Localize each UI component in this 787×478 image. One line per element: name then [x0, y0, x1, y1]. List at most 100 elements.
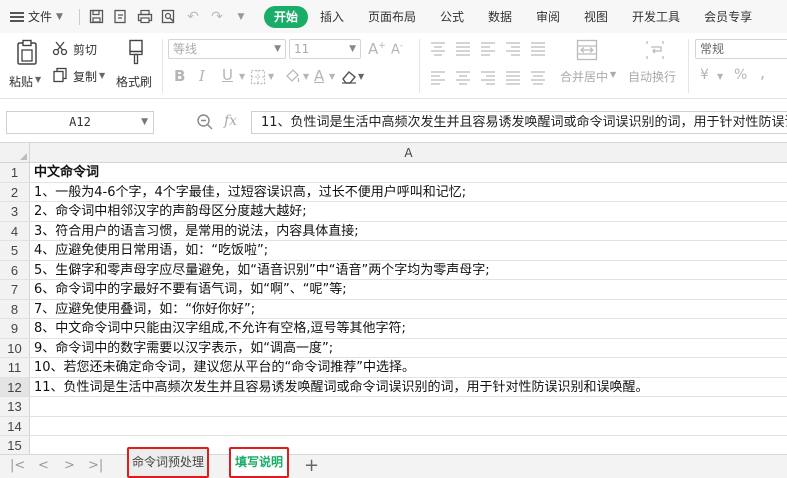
save-icon[interactable] [88, 8, 106, 26]
row-header[interactable]: 9 [0, 319, 30, 338]
tab-insert[interactable]: 插入 [308, 6, 356, 28]
align-top-icon[interactable] [430, 42, 446, 56]
row-header[interactable]: 6 [0, 260, 30, 279]
chevron-down-icon: ▼ [56, 11, 63, 22]
paste-button[interactable]: 粘贴 ▼ [9, 39, 42, 95]
currency-icon[interactable]: ¥ [700, 67, 709, 83]
add-sheet-icon[interactable]: + [304, 456, 319, 476]
cell[interactable]: 9、命令词中的数字需要以汉字表示，如“调高一度”; [30, 339, 787, 358]
ribbon: 粘贴 ▼ 剪切 复制 ▼ 格式刷 等线 ▼ 11 ▼ A+ A- B I U ▼… [0, 33, 787, 99]
tab-home[interactable]: 开始 [263, 5, 308, 28]
font-color-icon[interactable]: A [314, 67, 324, 85]
cell[interactable]: 11、负性词是生活中高频次发生并且容易诱发唤醒词或命令词误识别的词，用于针对性防… [30, 378, 787, 397]
format-painter-button[interactable]: 格式刷 [116, 39, 156, 95]
row-header[interactable]: 12 [0, 377, 30, 396]
tab-data[interactable]: 数据 [476, 6, 524, 28]
sheet-tab-preprocess[interactable]: 命令词预处理 [127, 447, 209, 478]
row-header[interactable]: 7 [0, 280, 30, 299]
thousands-icon[interactable]: , [760, 63, 765, 82]
column-header-a[interactable]: A [30, 143, 787, 163]
zoom-icon[interactable] [196, 113, 214, 131]
row-header[interactable]: 2 [0, 182, 30, 201]
row-header[interactable]: 14 [0, 416, 30, 435]
tab-view[interactable]: 视图 [572, 6, 620, 28]
undo-icon[interactable]: ↶ [184, 8, 202, 26]
chevron-down-icon: ▼ [35, 75, 42, 84]
cell[interactable]: 中文命令词 [30, 163, 787, 182]
row-header[interactable]: 5 [0, 241, 30, 260]
file-menu[interactable]: 文件 ▼ [0, 0, 69, 33]
fill-color-icon[interactable] [283, 68, 301, 84]
chevron-down-icon: ▼ [717, 72, 724, 81]
next-sheet-icon[interactable]: > [64, 457, 75, 475]
formula-input[interactable]: 11、负性词是生活中高频次发生并且容易诱发唤醒词或命令词误识别的词，用于针对性防… [251, 111, 787, 134]
orientation-icon[interactable] [505, 42, 521, 56]
merge-center-label: 合并居中 [560, 70, 609, 84]
cell[interactable]: 10、若您还未确定命令词，建议您从平台的“命令词推荐”中选择。 [30, 358, 787, 377]
table-row: 15 [0, 436, 787, 456]
italic-icon[interactable]: I [199, 67, 205, 85]
tab-developer[interactable]: 开发工具 [620, 6, 692, 28]
row-header[interactable]: 15 [0, 436, 30, 455]
font-size-select[interactable]: 11 ▼ [289, 39, 361, 59]
cut-button[interactable]: 剪切 [52, 40, 102, 58]
cell[interactable]: 6、命令词中的字最好不要有语气词，如“啊”、“呢”等; [30, 280, 787, 299]
underline-icon[interactable]: U [222, 66, 233, 84]
align-left-icon[interactable] [430, 71, 446, 85]
wrap-text-button[interactable]: 自动换行 [628, 39, 682, 95]
row-header[interactable]: 8 [0, 299, 30, 318]
chevron-down-icon[interactable]: ▼ [232, 8, 250, 26]
align-right-icon[interactable] [480, 71, 496, 85]
merge-center-button[interactable]: 合并居中 ▼ [560, 39, 616, 95]
row-header[interactable]: 3 [0, 202, 30, 221]
font-grow-icon[interactable]: A+ [368, 40, 386, 58]
first-sheet-icon[interactable]: |< [10, 457, 25, 475]
row-header[interactable]: 11 [0, 358, 30, 377]
select-all-corner[interactable] [0, 143, 30, 163]
cell[interactable]: 3、符合用户的语言习惯，是常用的说法，内容具体直接; [30, 222, 787, 241]
border-icon[interactable] [250, 69, 266, 85]
percent-icon[interactable]: % [734, 67, 747, 83]
paste-label: 粘贴 [9, 75, 34, 89]
copy-button[interactable]: 复制 ▼ [52, 67, 112, 85]
cell[interactable]: 1、一般为4-6个字，4个字最佳，过短容误识高，过长不便用户呼叫和记忆; [30, 183, 787, 202]
tab-member[interactable]: 会员专享 [692, 6, 764, 28]
chevron-down-icon: ▼ [239, 72, 246, 81]
last-sheet-icon[interactable]: >| [88, 457, 103, 475]
align-center-icon[interactable] [455, 71, 471, 85]
row-header[interactable]: 13 [0, 397, 30, 416]
cell[interactable]: 4、应避免使用日常用语，如：“吃饭啦”; [30, 241, 787, 260]
export-pdf-icon[interactable] [112, 8, 130, 26]
bold-icon[interactable]: B [174, 67, 185, 85]
table-row: 11 10、若您还未确定命令词，建议您从平台的“命令词推荐”中选择。 [0, 358, 787, 378]
row-header[interactable]: 4 [0, 221, 30, 240]
font-shrink-icon[interactable]: A- [391, 41, 403, 57]
row-header[interactable]: 10 [0, 338, 30, 357]
font-name-select[interactable]: 等线 ▼ [168, 39, 286, 59]
indent-icon[interactable] [530, 42, 546, 56]
cell[interactable]: 5、生僻字和零声母字应尽量避免，如“语音识别”中“语音”两个字均为零声母字; [30, 261, 787, 280]
sheet-tab-instructions[interactable]: 填写说明 [229, 447, 289, 478]
prev-sheet-icon[interactable]: < [38, 457, 49, 475]
distributed-icon[interactable] [530, 71, 546, 85]
tab-review[interactable]: 审阅 [524, 6, 572, 28]
redo-icon[interactable]: ↷ [208, 8, 226, 26]
name-box[interactable]: A12 ▼ [6, 111, 154, 134]
tab-formulas[interactable]: 公式 [428, 6, 476, 28]
justify-icon[interactable] [505, 71, 521, 85]
cell[interactable] [30, 417, 787, 436]
row-header[interactable]: 1 [0, 163, 30, 182]
cell[interactable]: 7、应避免使用叠词，如：“你好你好”; [30, 300, 787, 319]
align-bottom-icon[interactable] [480, 42, 496, 56]
align-middle-icon[interactable] [455, 42, 471, 56]
cell[interactable]: 2、命令词中相邻汉字的声韵母区分度越大越好; [30, 202, 787, 221]
eraser-icon[interactable] [340, 69, 358, 85]
cell[interactable] [30, 397, 787, 416]
cell[interactable]: 8、中文命令词中只能由汉字组成,不允许有空格,逗号等其他字符; [30, 319, 787, 338]
number-format-select[interactable]: 常规 [695, 39, 787, 59]
print-preview-icon[interactable] [160, 8, 178, 26]
tab-page-layout[interactable]: 页面布局 [356, 6, 428, 28]
function-icon[interactable]: fx [224, 113, 237, 131]
copy-label: 复制 [73, 70, 98, 84]
print-icon[interactable] [136, 8, 154, 26]
